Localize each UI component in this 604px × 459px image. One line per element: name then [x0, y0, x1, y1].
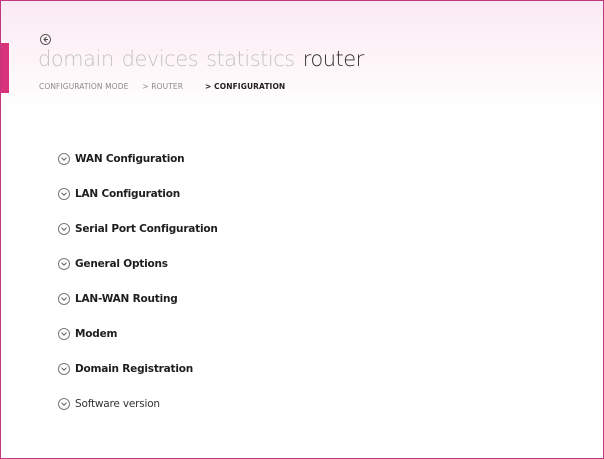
chevron-down-circle-icon [58, 327, 70, 340]
chevron-down-circle-icon [58, 257, 70, 270]
section-serial-port-configuration[interactable]: Serial Port Configuration [58, 211, 218, 246]
chevron-down-circle-icon [58, 222, 70, 235]
breadcrumb-configuration-mode[interactable]: CONFIGURATION MODE [39, 82, 128, 91]
section-domain-registration[interactable]: Domain Registration [58, 351, 218, 386]
tab-domain[interactable]: domain [38, 47, 114, 71]
section-label: General Options [75, 257, 168, 270]
chevron-down-circle-icon [58, 152, 70, 165]
tab-devices[interactable]: devices [122, 47, 199, 71]
section-label: Software version [75, 397, 160, 410]
chevron-down-circle-icon [58, 292, 70, 305]
accent-bar [1, 43, 9, 93]
back-arrow-icon[interactable] [40, 34, 51, 45]
section-modem[interactable]: Modem [58, 316, 218, 351]
breadcrumb: CONFIGURATION MODE > ROUTER > CONFIGURAT… [39, 82, 285, 91]
section-lan-wan-routing[interactable]: LAN-WAN Routing [58, 281, 218, 316]
section-label: LAN-WAN Routing [75, 292, 178, 305]
section-label: Modem [75, 327, 118, 340]
chevron-down-circle-icon [58, 397, 70, 410]
chevron-down-circle-icon [58, 362, 70, 375]
config-sections-list: WAN Configuration LAN Configuration Seri… [58, 141, 218, 421]
section-wan-configuration[interactable]: WAN Configuration [58, 141, 218, 176]
breadcrumb-router[interactable]: > ROUTER [142, 82, 183, 91]
section-label: Serial Port Configuration [75, 222, 218, 235]
section-lan-configuration[interactable]: LAN Configuration [58, 176, 218, 211]
section-general-options[interactable]: General Options [58, 246, 218, 281]
section-software-version[interactable]: Software version [58, 386, 218, 421]
breadcrumb-configuration: > CONFIGURATION [205, 82, 286, 91]
top-nav: domain devices statistics router [38, 47, 364, 71]
section-label: LAN Configuration [75, 187, 180, 200]
section-label: WAN Configuration [75, 152, 185, 165]
tab-router[interactable]: router [303, 47, 365, 71]
tab-statistics[interactable]: statistics [206, 47, 295, 71]
chevron-down-circle-icon [58, 187, 70, 200]
app-window: domain devices statistics router CONFIGU… [0, 0, 604, 459]
section-label: Domain Registration [75, 362, 194, 375]
